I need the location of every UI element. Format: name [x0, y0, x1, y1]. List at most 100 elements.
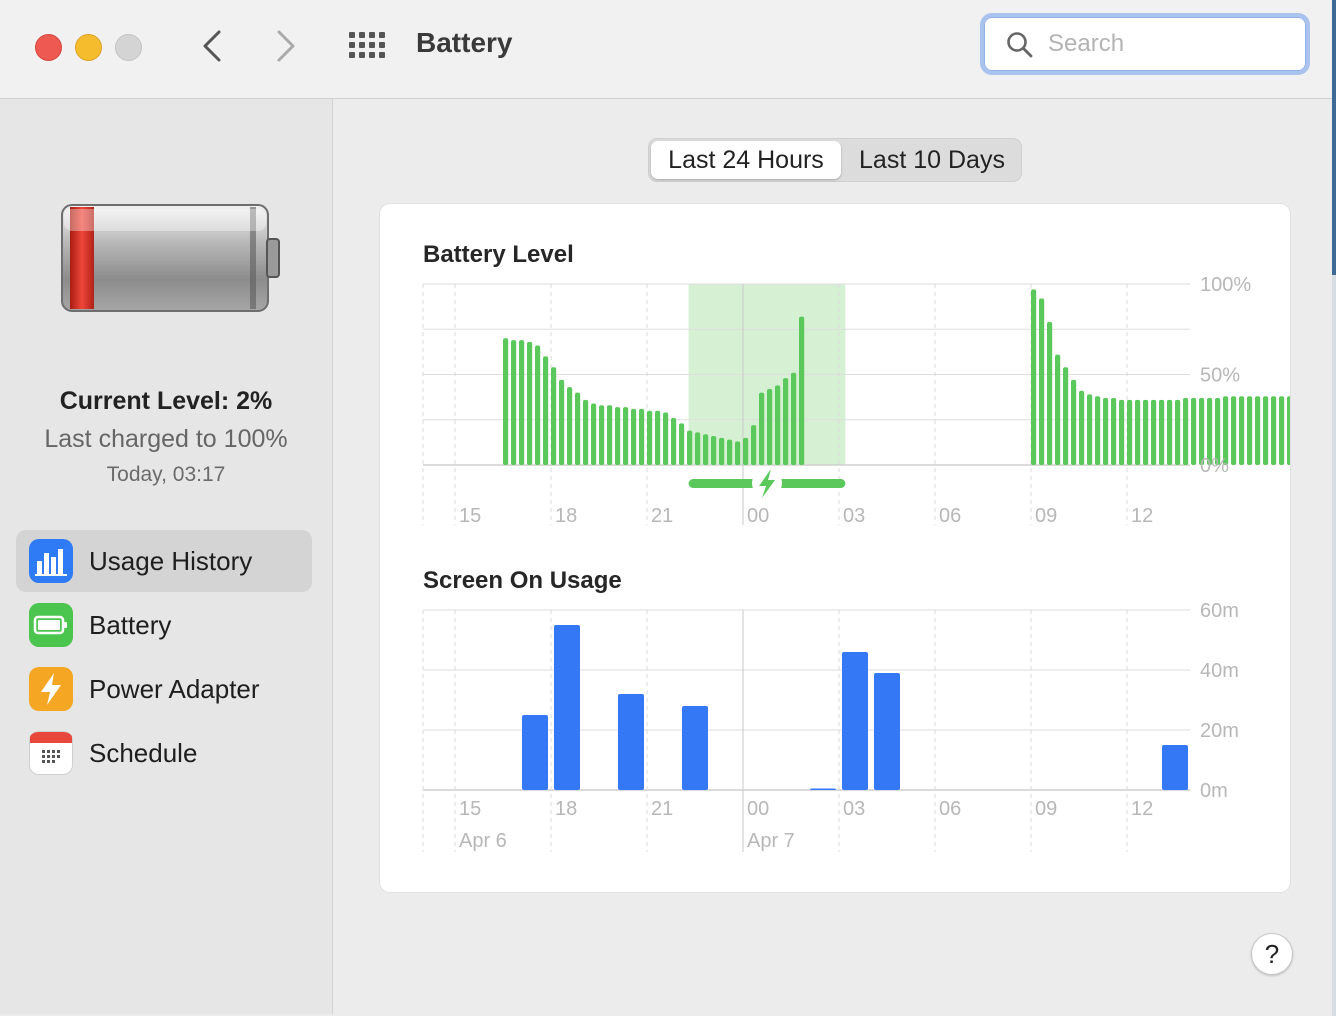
battery-level-bar [639, 408, 645, 465]
battery-level-bar [1063, 367, 1069, 465]
title-bar: Battery [0, 0, 1332, 99]
battery-level-bar [527, 341, 533, 465]
forward-button[interactable] [270, 28, 302, 64]
last-charged-time: Today, 03:17 [106, 463, 226, 486]
y-tick-label: 100% [1200, 274, 1251, 296]
y-tick-label: 0% [1200, 455, 1229, 477]
date-label: Apr 6 [459, 830, 507, 852]
battery-level-bar [791, 372, 797, 465]
tab-last-10-days[interactable]: Last 10 Days [845, 141, 1019, 179]
x-tick-label: 03 [843, 798, 865, 820]
last-charged-text: Last charged to 100% [44, 425, 288, 453]
sidebar-item-schedule[interactable]: Schedule [16, 722, 312, 784]
x-tick-label: 21 [651, 798, 673, 820]
battery-level-bar [711, 436, 717, 465]
battery-level-bar [1231, 396, 1237, 465]
sidebar-item-power-adapter[interactable]: Power Adapter [16, 658, 312, 720]
y-tick-label: 0m [1200, 780, 1228, 802]
battery-level-bar [703, 434, 709, 465]
x-tick-label: 15 [459, 798, 481, 820]
battery-level-bar [1095, 396, 1101, 465]
battery-level-bar [719, 437, 725, 465]
battery-level-bar [671, 417, 677, 465]
sidebar: Current Level: 2% Last charged to 100% T… [0, 99, 333, 1014]
battery-level-bar [503, 338, 509, 465]
battery-level-bar [687, 430, 693, 465]
battery-level-bar [1119, 399, 1125, 465]
bar-chart-icon [29, 539, 73, 583]
x-tick-label: 03 [843, 505, 865, 527]
battery-level-bar [1127, 399, 1133, 465]
zoom-window-button[interactable] [115, 34, 142, 61]
battery-level-bar [735, 441, 741, 465]
battery-level-bar [1175, 399, 1181, 465]
help-button[interactable]: ? [1251, 933, 1293, 975]
close-window-button[interactable] [35, 34, 62, 61]
minimize-window-button[interactable] [75, 34, 102, 61]
battery-level-bar [1263, 396, 1269, 465]
battery-level-bar [1111, 398, 1117, 465]
battery-icon [29, 603, 73, 647]
battery-level-bar [567, 387, 573, 465]
sidebar-item-usage-history[interactable]: Usage History [16, 530, 312, 592]
battery-level-bar [1183, 398, 1189, 465]
battery-level-bar [1087, 394, 1093, 465]
battery-level-bar [511, 340, 517, 465]
battery-level-bar [775, 385, 781, 465]
search-input[interactable] [1046, 25, 1290, 63]
battery-level-bar [1191, 398, 1197, 465]
sidebar-item-battery[interactable]: Battery [16, 594, 312, 656]
battery-level-bar [615, 407, 621, 465]
screen-usage-bar [618, 694, 644, 790]
y-tick-label: 60m [1200, 600, 1239, 622]
screen-usage-bar [810, 788, 836, 790]
battery-level-bar [551, 367, 557, 465]
battery-level-bar [607, 405, 613, 465]
battery-level-bar [1047, 322, 1053, 465]
window-title: Battery [416, 27, 513, 58]
battery-level-bar [727, 439, 733, 465]
x-tick-label: 18 [555, 505, 577, 527]
battery-level-bar [1255, 396, 1261, 465]
date-label: Apr 7 [747, 830, 795, 852]
y-tick-label: 40m [1200, 660, 1239, 682]
screen-usage-bar [682, 706, 708, 790]
chevron-right-icon [277, 30, 295, 62]
battery-level-bar [1071, 379, 1077, 465]
battery-level-bar [695, 432, 701, 465]
system-preferences-window: Battery Search Current Level: 2% Last ch… [0, 0, 1333, 1014]
x-tick-label: 00 [747, 505, 769, 527]
battery-level-bar [559, 379, 565, 465]
battery-level-bar [583, 399, 589, 465]
battery-level-bar [799, 316, 805, 465]
battery-level-bar [743, 437, 749, 465]
screen-on-usage-title: Screen On Usage [423, 567, 622, 594]
battery-level-bar [1039, 298, 1045, 465]
battery-level-bar [1135, 399, 1141, 465]
battery-level-bar [543, 356, 549, 465]
current-level-text: Current Level: 2% [59, 387, 273, 415]
back-button[interactable] [196, 28, 228, 64]
tab-last-24-hours[interactable]: Last 24 Hours [651, 141, 841, 179]
search-field[interactable] [980, 13, 1310, 75]
screen-usage-bar [522, 715, 548, 790]
battery-level-bar [1159, 399, 1165, 465]
x-tick-label: 12 [1131, 798, 1153, 820]
show-all-grid-icon[interactable] [348, 30, 386, 60]
search-icon [1007, 32, 1033, 58]
battery-level-bar [1239, 396, 1245, 465]
x-tick-label: 09 [1035, 798, 1057, 820]
battery-level-bar [1271, 396, 1277, 465]
battery-level-bar [623, 407, 629, 465]
sidebar-item-label: Power Adapter [89, 673, 260, 704]
screen-usage-bar [874, 673, 900, 790]
battery-level-bar [1151, 399, 1157, 465]
battery-level-bar [679, 423, 685, 465]
x-tick-label: 09 [1035, 505, 1057, 527]
time-range-segmented-control: Last 24 Hours Last 10 Days [648, 138, 1022, 182]
battery-level-bar [1287, 396, 1290, 465]
x-tick-label: 00 [747, 798, 769, 820]
battery-level-title: Battery Level [423, 241, 574, 268]
screen-usage-bar [554, 625, 580, 790]
x-tick-label: 12 [1131, 505, 1153, 527]
